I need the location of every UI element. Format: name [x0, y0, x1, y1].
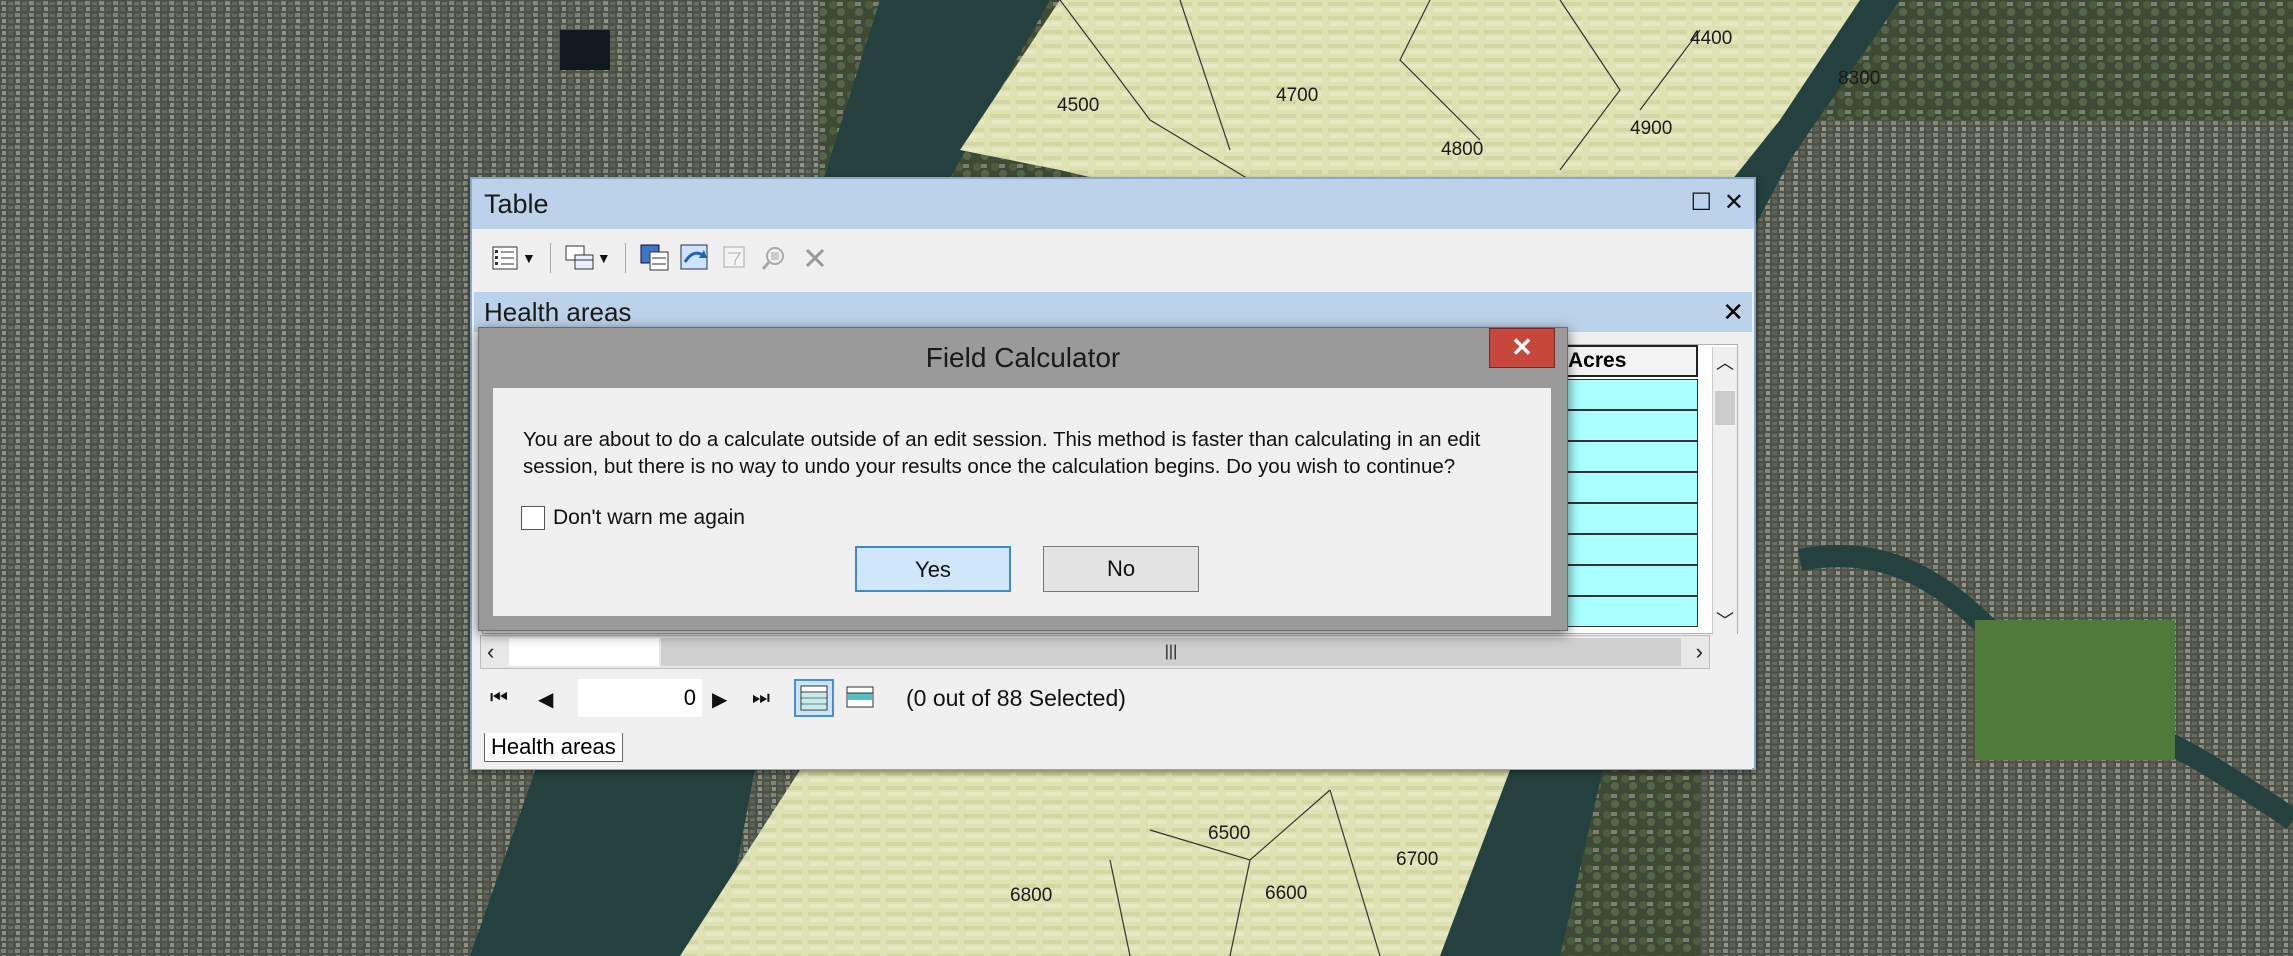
table-cell[interactable]: [1564, 534, 1698, 565]
close-icon[interactable]: ✕: [1722, 297, 1744, 328]
scroll-up-icon[interactable]: ︿: [1713, 349, 1737, 375]
map-label: 6700: [1396, 849, 1438, 870]
scroll-down-icon[interactable]: ﹀: [1713, 607, 1737, 633]
no-button[interactable]: No: [1043, 546, 1199, 592]
last-record-icon[interactable]: ⏭: [752, 687, 770, 710]
scroll-thumb[interactable]: |||: [661, 638, 1681, 666]
scroll-thumb[interactable]: [1715, 391, 1735, 425]
table-cell[interactable]: [1564, 379, 1698, 410]
table-cell[interactable]: [1564, 596, 1698, 627]
map-label: 6500: [1208, 823, 1250, 844]
scroll-track[interactable]: [509, 638, 659, 666]
yes-button[interactable]: Yes: [855, 546, 1011, 592]
table-cell[interactable]: [1564, 472, 1698, 503]
map-label: 8300: [1838, 68, 1880, 89]
map-label: 4400: [1690, 28, 1732, 49]
show-selected-records-icon[interactable]: [840, 679, 880, 717]
table-cell[interactable]: [1564, 565, 1698, 596]
map-label: 4900: [1630, 118, 1672, 139]
table-options-icon[interactable]: [490, 243, 520, 273]
clear-selection-icon[interactable]: [720, 243, 750, 273]
switch-selection-icon[interactable]: [680, 243, 710, 273]
next-record-icon[interactable]: ▶: [712, 687, 727, 712]
toolbar-divider: [624, 243, 626, 273]
related-tables-icon[interactable]: [565, 243, 595, 273]
toolbar-divider: [549, 243, 551, 273]
dont-warn-checkbox[interactable]: [521, 506, 545, 530]
map-label: 4500: [1057, 95, 1099, 116]
first-record-icon[interactable]: ⏮: [490, 687, 508, 710]
field-calculator-dialog: Field Calculator ✕ You are about to do a…: [478, 327, 1568, 631]
scroll-right-icon[interactable]: ›: [1696, 639, 1703, 665]
health-areas-titlebar: Health areas ✕: [474, 292, 1752, 332]
zoom-to-selected-icon[interactable]: [760, 243, 790, 273]
record-number-field[interactable]: 0: [578, 679, 702, 717]
scroll-left-icon[interactable]: ‹: [487, 639, 494, 665]
show-all-records-icon[interactable]: [794, 679, 834, 717]
record-navigation: ⏮ ◀ 0 ▶ ⏭ (0 out of 88 Selected): [472, 669, 1740, 729]
subtable-title: Health areas: [484, 296, 632, 327]
table-cell[interactable]: [1564, 410, 1698, 441]
table-tabstrip: Health areas: [472, 729, 1752, 769]
maximize-button[interactable]: ☐: [1690, 188, 1712, 217]
chevron-down-icon[interactable]: ▼: [597, 250, 611, 266]
dialog-title: Field Calculator: [925, 342, 1121, 373]
map-label: 4800: [1441, 139, 1483, 160]
delete-selected-icon[interactable]: [800, 243, 830, 273]
dont-warn-checkbox-row[interactable]: Don't warn me again: [521, 506, 745, 530]
horizontal-scrollbar[interactable]: ‹ ||| ›: [480, 635, 1710, 669]
dialog-message: You are about to do a calculate outside …: [523, 428, 1481, 478]
vertical-scrollbar[interactable]: ︿ ﹀: [1712, 347, 1737, 635]
map-label: 6800: [1010, 885, 1052, 906]
table-cell[interactable]: [1564, 503, 1698, 534]
table-window-title: Table: [484, 188, 549, 219]
map-label: 6600: [1265, 883, 1307, 904]
tab-health-areas[interactable]: Health areas: [484, 733, 623, 762]
table-close-button[interactable]: ✕: [1724, 188, 1744, 217]
column-header-acres[interactable]: Acres: [1564, 345, 1698, 377]
dialog-close-button[interactable]: ✕: [1489, 328, 1555, 368]
dont-warn-label[interactable]: Don't warn me again: [553, 506, 745, 530]
selection-status: (0 out of 88 Selected): [906, 685, 1126, 711]
table-toolbar: ▼ ▼: [472, 229, 1754, 287]
map-label: 4700: [1276, 85, 1318, 106]
dialog-body: You are about to do a calculate outside …: [493, 388, 1551, 616]
table-cell[interactable]: [1564, 441, 1698, 472]
previous-record-icon[interactable]: ◀: [538, 687, 553, 712]
chevron-down-icon[interactable]: ▼: [522, 250, 536, 266]
table-window-titlebar[interactable]: Table ☐ ✕: [472, 179, 1754, 229]
select-by-attributes-icon[interactable]: [640, 243, 670, 273]
